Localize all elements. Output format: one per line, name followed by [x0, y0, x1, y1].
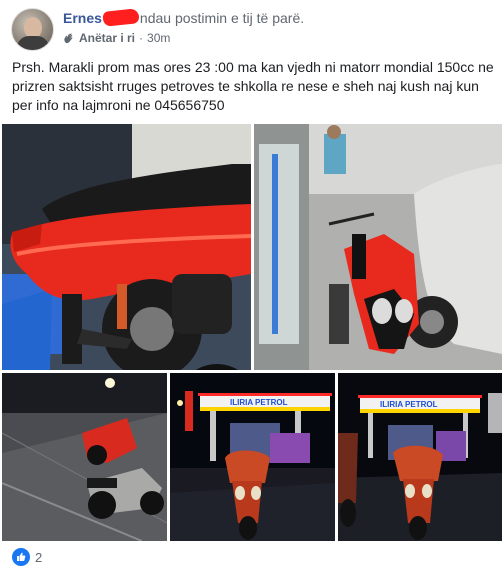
- gas-station-sign-2: ILIRIA PETROL: [380, 400, 438, 409]
- like-icon: [12, 548, 30, 566]
- reaction-count[interactable]: 2: [35, 550, 42, 565]
- new-member-badge[interactable]: Anëtar i ri: [79, 31, 135, 45]
- header-suffix: ndau postimin e tij të parë.: [139, 10, 305, 26]
- post-meta: Anëtar i ri · 30m: [63, 31, 170, 45]
- photo-scooter-seat-image: [2, 124, 251, 370]
- photo-scooter-gas-station-2[interactable]: ILIRIA PETROL: [338, 373, 502, 541]
- post-timestamp[interactable]: 30m: [147, 31, 170, 45]
- post-caption: Prsh. Marakli prom mas ores 23 :00 ma ka…: [12, 59, 494, 113]
- author-name[interactable]: Ernes: [63, 10, 102, 26]
- photo-scooter-gas-station-2-image: ILIRIA PETROL: [338, 373, 502, 541]
- photo-scooter-seat[interactable]: [2, 124, 251, 370]
- photo-scooter-gas-station-image: ILIRIA PETROL: [170, 373, 335, 541]
- reactions-bar[interactable]: 2: [12, 548, 42, 566]
- redaction-mark: [102, 8, 140, 27]
- meta-separator: ·: [139, 31, 144, 45]
- post-card: Ernes ndau postimin e tij të parë. Anëtar…: [0, 0, 504, 573]
- photo-scooter-street[interactable]: [2, 373, 167, 541]
- photo-scooter-gas-station[interactable]: ILIRIA PETROL: [170, 373, 335, 541]
- photo-scooter-garage-image: [254, 124, 502, 370]
- photo-scooter-garage[interactable]: [254, 124, 502, 370]
- wave-hand-icon: [64, 33, 73, 44]
- photo-scooter-street-image: [2, 373, 167, 541]
- post-header: Ernes ndau postimin e tij të parë.: [63, 8, 305, 27]
- author-avatar[interactable]: [11, 8, 54, 51]
- gas-station-sign: ILIRIA PETROL: [230, 398, 288, 407]
